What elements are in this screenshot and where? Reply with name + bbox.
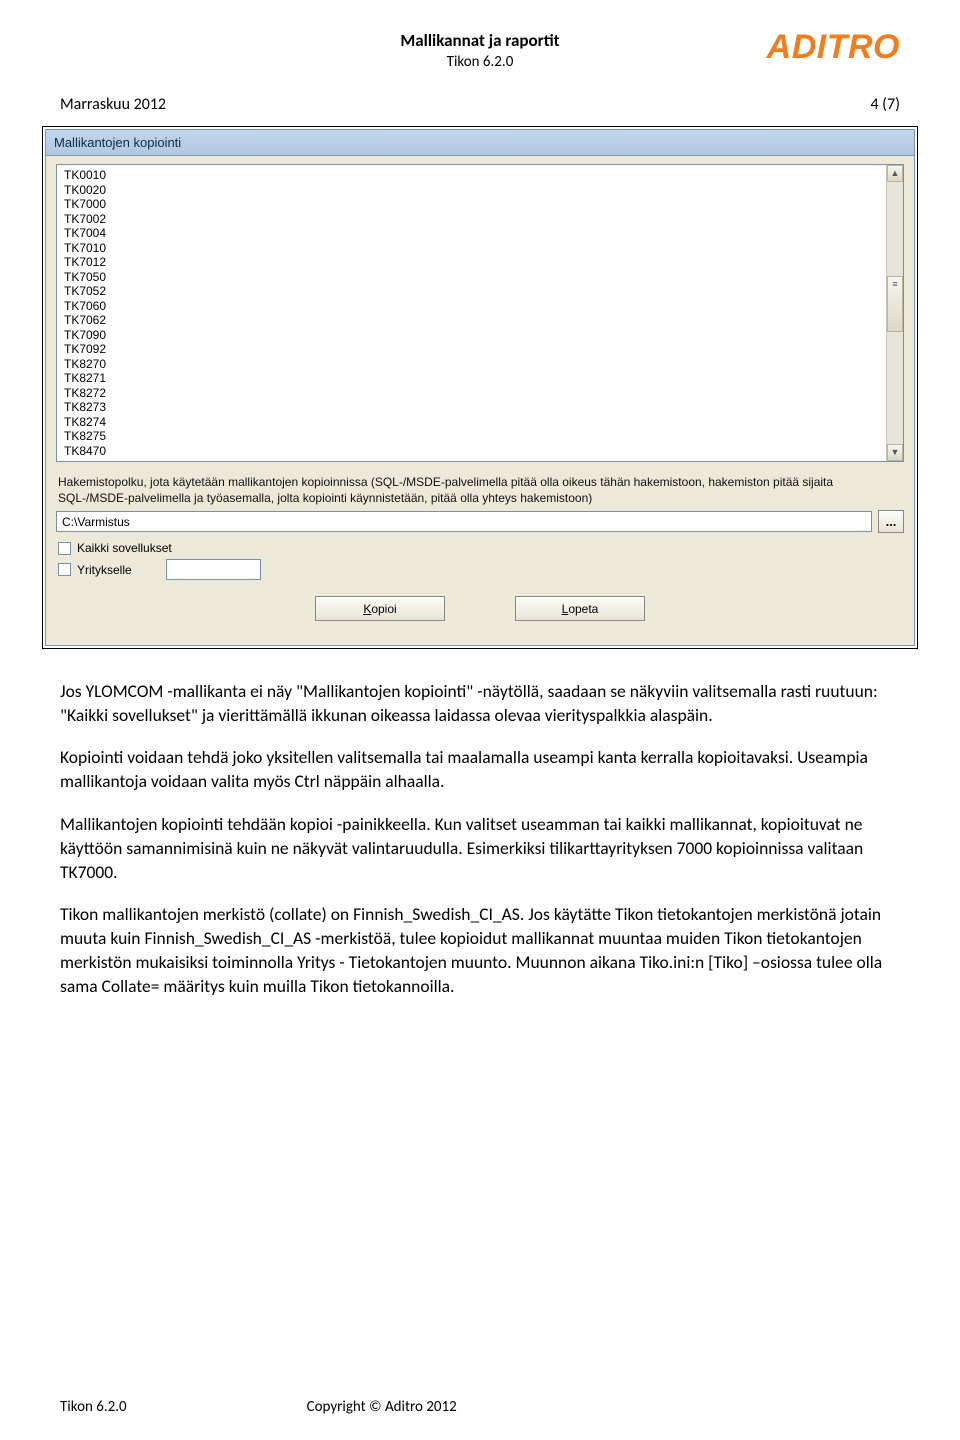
- page-number: 4 (7): [870, 95, 900, 114]
- dialog-window: Mallikantojen kopiointi TK0010 TK0020 TK…: [45, 129, 915, 646]
- company-input[interactable]: [166, 559, 261, 580]
- quit-button[interactable]: Lopeta: [515, 596, 645, 621]
- footer: Tikon 6.2.0 Copyright © Aditro 2012: [60, 1398, 900, 1416]
- paragraph: Jos YLOMCOM -mallikanta ei näy "Mallikan…: [60, 679, 900, 727]
- screenshot-frame: Mallikantojen kopiointi TK0010 TK0020 TK…: [42, 126, 918, 649]
- doc-date: Marraskuu 2012: [60, 95, 166, 114]
- list-item[interactable]: TK8272: [64, 386, 879, 401]
- list-item[interactable]: TK7010: [64, 241, 879, 256]
- paragraph: Tikon mallikantojen merkistö (collate) o…: [60, 902, 900, 999]
- list-item[interactable]: TK8271: [64, 371, 879, 386]
- list-item[interactable]: TK7012: [64, 255, 879, 270]
- scroll-down-icon[interactable]: ▼: [887, 444, 903, 461]
- scroll-thumb[interactable]: ≡: [887, 276, 903, 332]
- body-text: Jos YLOMCOM -mallikanta ei näy "Mallikan…: [0, 649, 960, 1027]
- list-item[interactable]: TK0020: [64, 183, 879, 198]
- browse-button[interactable]: ...: [878, 510, 904, 533]
- paragraph: Kopiointi voidaan tehdä joko yksitellen …: [60, 745, 900, 793]
- all-apps-label: Kaikki sovellukset: [77, 541, 172, 555]
- page-header: Mallikannat ja raportit Tikon 6.2.0 ADIT…: [0, 0, 960, 81]
- list-item[interactable]: TK8273: [64, 400, 879, 415]
- list-item[interactable]: TK8274: [64, 415, 879, 430]
- dialog-titlebar: Mallikantojen kopiointi: [46, 130, 914, 156]
- company-checkbox[interactable]: [58, 563, 71, 576]
- list-item[interactable]: TK7092: [64, 342, 879, 357]
- footer-left: Tikon 6.2.0: [60, 1398, 127, 1416]
- list-item[interactable]: TK7050: [64, 270, 879, 285]
- paragraph: Mallikantojen kopiointi tehdään kopioi -…: [60, 812, 900, 884]
- list-items[interactable]: TK0010 TK0020 TK7000 TK7002 TK7004 TK701…: [57, 165, 886, 461]
- copy-button[interactable]: Kopioi: [315, 596, 445, 621]
- list-item[interactable]: TK7090: [64, 328, 879, 343]
- list-item[interactable]: TK7004: [64, 226, 879, 241]
- help-text: Hakemistopolku, jota käytetään mallikant…: [46, 468, 914, 508]
- company-label: Yritykselle: [77, 563, 132, 577]
- list-item[interactable]: TK7060: [64, 299, 879, 314]
- scroll-up-icon[interactable]: ▲: [887, 165, 903, 182]
- list-item[interactable]: TK7062: [64, 313, 879, 328]
- all-apps-checkbox[interactable]: [58, 542, 71, 555]
- list-item[interactable]: TK7000: [64, 197, 879, 212]
- scroll-track[interactable]: ≡: [887, 182, 903, 444]
- list-item[interactable]: TK8270: [64, 357, 879, 372]
- database-listbox[interactable]: TK0010 TK0020 TK7000 TK7002 TK7004 TK701…: [56, 164, 904, 462]
- list-item[interactable]: TK7002: [64, 212, 879, 227]
- scrollbar[interactable]: ▲ ≡ ▼: [886, 165, 903, 461]
- list-item[interactable]: TK0010: [64, 168, 879, 183]
- list-item[interactable]: TK8275: [64, 429, 879, 444]
- aditro-logo: ADITRO: [767, 28, 900, 67]
- footer-right: Copyright © Aditro 2012: [307, 1398, 457, 1416]
- path-input[interactable]: [56, 511, 872, 532]
- list-item[interactable]: TK8470: [64, 444, 879, 459]
- list-item[interactable]: TK7052: [64, 284, 879, 299]
